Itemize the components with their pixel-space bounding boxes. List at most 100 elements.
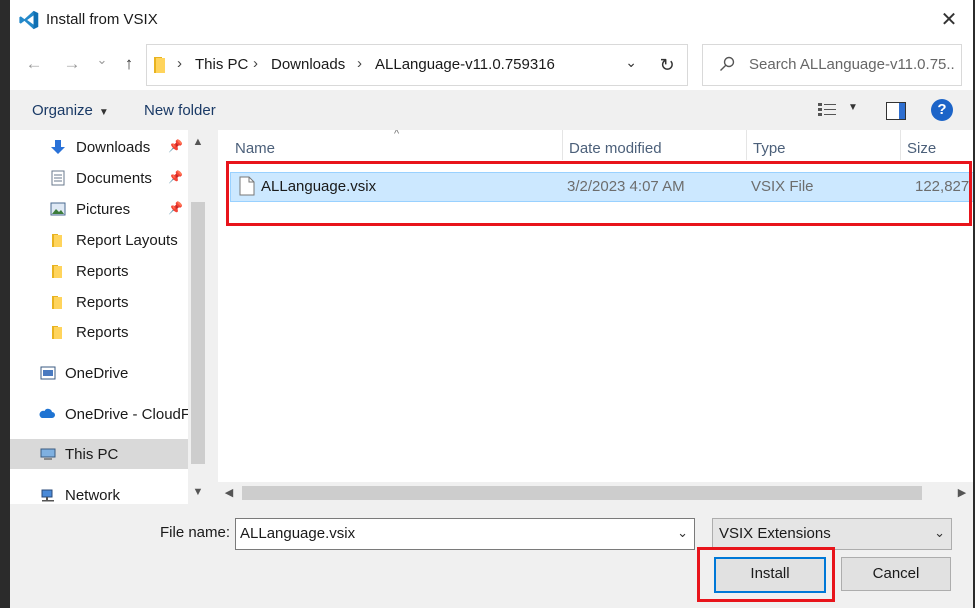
organize-label: Organize	[32, 102, 93, 119]
install-button[interactable]: Install	[714, 557, 826, 593]
scroll-right-icon[interactable]: ▶	[951, 482, 973, 504]
sidebar-item-documents[interactable]: Documents 📌	[10, 163, 188, 193]
breadcrumb-allanguage-folder[interactable]: ALLanguage-v11.0.759316	[375, 56, 555, 73]
pin-icon: 📌	[168, 170, 183, 184]
scroll-up-icon[interactable]: ▲	[188, 132, 208, 152]
file-name-cell: ALLanguage.vsix	[261, 178, 377, 195]
file-list-hscrollbar[interactable]: ◀ ▶	[218, 482, 973, 504]
column-header-name[interactable]: Name	[218, 130, 562, 164]
sidebar-item-report-layouts[interactable]: Report Layouts	[10, 225, 188, 255]
scroll-thumb[interactable]	[191, 202, 205, 464]
refresh-button[interactable]: ↻	[647, 44, 688, 86]
file-name-input[interactable]	[240, 519, 660, 547]
sidebar-item-reports[interactable]: Reports	[10, 317, 188, 347]
scroll-left-icon[interactable]: ◀	[218, 482, 240, 504]
file-date-cell: 3/2/2023 4:07 AM	[567, 178, 685, 195]
sidebar-item-label: Documents	[76, 170, 152, 187]
install-vsix-dialog: Install from VSIX ✕ ← → ⌄ ↑ › This PC › …	[10, 0, 973, 608]
chevron-down-icon[interactable]: ⌄	[677, 525, 688, 541]
column-header-size[interactable]: Size	[901, 130, 973, 164]
search-icon	[720, 56, 735, 71]
sidebar-item-label: OneDrive - CloudF	[65, 406, 191, 423]
file-type-select[interactable]: VSIX Extensions ⌄	[712, 518, 952, 550]
computer-icon	[40, 448, 56, 460]
sidebar-item-label: Downloads	[76, 139, 151, 156]
folder-icon	[52, 296, 62, 309]
folder-icon	[52, 326, 62, 339]
sidebar-item-this-pc[interactable]: This PC	[10, 439, 188, 469]
network-icon	[41, 489, 54, 502]
up-arrow-icon[interactable]: ↑	[117, 54, 141, 74]
file-type-value: VSIX Extensions	[719, 525, 831, 542]
column-header-label: Type	[753, 140, 786, 157]
file-name-field[interactable]: ⌄	[235, 518, 695, 550]
close-icon[interactable]: ✕	[933, 4, 965, 36]
file-list: ^ Name Date modified Type Size ALLanguag…	[218, 130, 973, 504]
sidebar-item-label: Reports	[76, 324, 129, 341]
command-bar: Organize ▼ New folder ▼ ?	[10, 90, 973, 130]
folder-icon	[52, 234, 62, 247]
column-header-date-modified[interactable]: Date modified	[563, 130, 746, 164]
scroll-down-icon[interactable]: ▼	[188, 482, 208, 502]
dialog-footer: File name: ⌄ VSIX Extensions ⌄ Install C…	[10, 504, 973, 608]
vscode-logo-icon	[19, 10, 39, 30]
navigation-pane: Downloads 📌 Documents 📌 Pictures 📌 Repor…	[10, 130, 208, 504]
search-input[interactable]	[749, 45, 955, 83]
address-bar[interactable]: › This PC › Downloads › ALLanguage-v11.0…	[146, 44, 648, 86]
onedrive-icon	[40, 366, 56, 380]
sidebar-item-label: This PC	[65, 446, 119, 463]
sidebar-item-label: Reports	[76, 263, 129, 280]
search-box[interactable]	[702, 44, 962, 86]
folder-icon	[52, 265, 62, 278]
address-dropdown-icon[interactable]: ⌄	[625, 54, 637, 71]
sidebar-item-label: Pictures	[76, 201, 131, 218]
sidebar-item-onedrive[interactable]: OneDrive	[10, 358, 188, 388]
pin-icon: 📌	[168, 201, 183, 215]
sidebar-scrollbar[interactable]: ▲ ▼	[188, 130, 208, 504]
forward-arrow-icon[interactable]: →	[60, 54, 84, 74]
caret-down-icon: ▼	[98, 107, 109, 118]
document-icon	[51, 170, 65, 186]
sidebar-item-label: OneDrive	[65, 365, 129, 382]
table-row[interactable]: ALLanguage.vsix 3/2/2023 4:07 AM VSIX Fi…	[230, 172, 973, 202]
sidebar-item-network[interactable]: Network	[10, 480, 188, 504]
pictures-icon	[50, 202, 66, 216]
breadcrumb-downloads[interactable]: Downloads	[271, 56, 345, 73]
sidebar-item-onedrive-cloud[interactable]: OneDrive - CloudF	[10, 399, 191, 429]
scroll-thumb[interactable]	[242, 486, 922, 500]
refresh-icon: ↻	[659, 55, 675, 75]
breadcrumb-separator-icon: ›	[357, 55, 362, 72]
column-header-label: Date modified	[569, 140, 662, 157]
chevron-down-icon: ⌄	[934, 525, 945, 540]
sidebar-item-label: Reports	[76, 294, 129, 311]
file-type-cell: VSIX File	[751, 178, 814, 195]
column-header-label: Size	[907, 140, 937, 157]
organize-menu[interactable]: Organize ▼	[32, 102, 109, 119]
title-bar: Install from VSIX ✕	[10, 0, 973, 40]
window-title: Install from VSIX	[46, 11, 158, 28]
cancel-button[interactable]: Cancel	[841, 557, 951, 591]
new-folder-button[interactable]: New folder	[144, 102, 216, 119]
sidebar-item-label: Network	[65, 487, 121, 504]
sidebar-item-downloads[interactable]: Downloads 📌	[10, 132, 188, 162]
file-icon	[239, 176, 255, 196]
pin-icon: 📌	[168, 139, 183, 153]
breadcrumb-separator-icon: ›	[177, 55, 182, 72]
change-view-icon[interactable]	[818, 102, 836, 118]
column-header-label: Name	[235, 140, 276, 157]
breadcrumb-separator-icon: ›	[253, 55, 258, 72]
view-options-caret-icon[interactable]: ▼	[848, 102, 858, 113]
preview-pane-icon[interactable]	[886, 102, 906, 120]
sidebar-item-pictures[interactable]: Pictures 📌	[10, 194, 188, 224]
sidebar-item-reports[interactable]: Reports	[10, 287, 188, 317]
breadcrumb-this-pc[interactable]: This PC	[195, 56, 248, 73]
sidebar-item-label: Report Layouts	[76, 232, 178, 249]
recent-locations-icon[interactable]: ⌄	[90, 52, 114, 68]
help-icon[interactable]: ?	[931, 99, 953, 121]
file-size-cell: 122,827	[915, 178, 970, 195]
sidebar-item-reports[interactable]: Reports	[10, 256, 188, 286]
file-name-label: File name:	[160, 524, 231, 541]
back-arrow-icon[interactable]: ←	[22, 54, 46, 74]
cloud-icon	[39, 408, 55, 418]
column-header-type[interactable]: Type	[747, 130, 900, 164]
